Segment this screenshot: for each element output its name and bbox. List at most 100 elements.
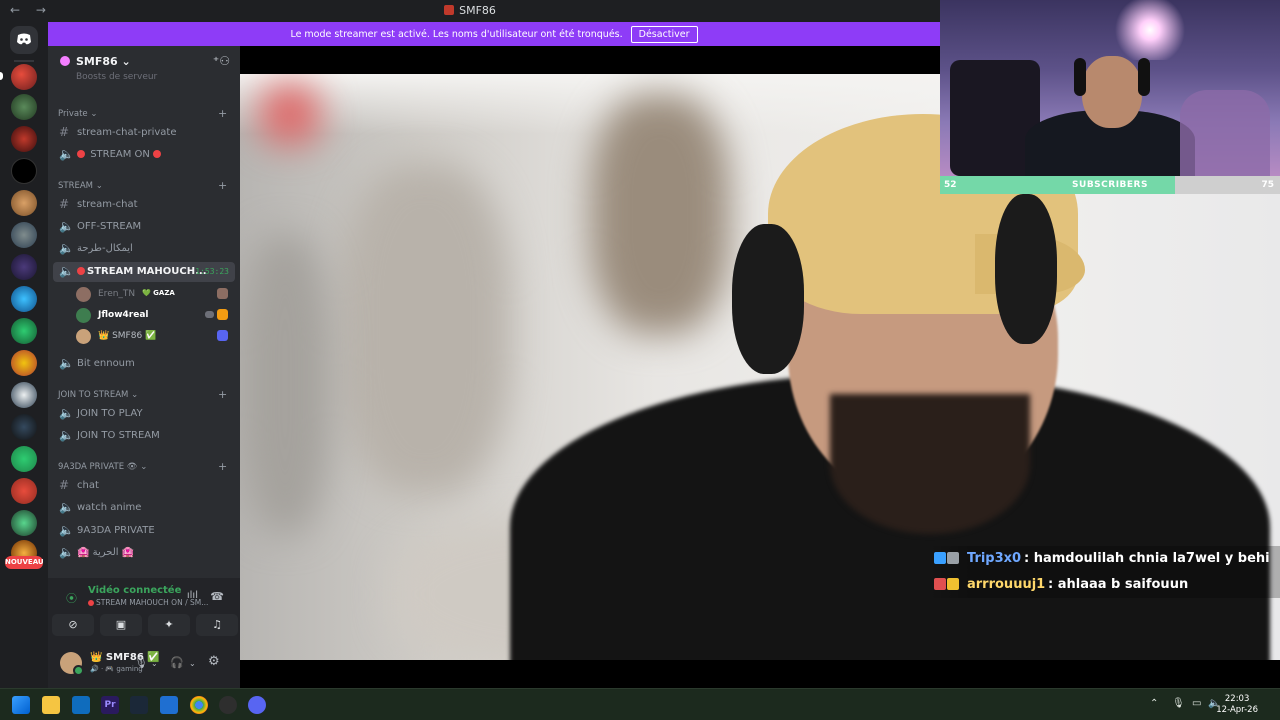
voice-status[interactable]: Vidéo connectée (88, 585, 181, 596)
selected-server-indicator (0, 72, 3, 80)
stream-timer: 1:53:23 (195, 267, 229, 276)
tray-network-icon[interactable]: ▭ (1192, 698, 1201, 709)
tray-mic-icon[interactable]: 🎙 (1172, 698, 1185, 709)
voice-user-name: Jflow4real (98, 310, 149, 320)
file-explorer-icon[interactable] (42, 696, 60, 714)
voice-user-name: Eren_TN (98, 289, 136, 299)
soundboard-icon: ♫ (212, 618, 222, 631)
channel-hurriya[interactable]: 🔈 🏩 الحرية 🏩 (53, 543, 235, 563)
server-icon-smf86[interactable] (11, 64, 37, 90)
create-channel-icon[interactable]: + (218, 107, 227, 120)
create-channel-icon[interactable]: + (218, 388, 227, 401)
server-icon[interactable] (11, 94, 37, 120)
text-channel-icon: # (59, 478, 70, 492)
chrome-icon[interactable] (190, 696, 208, 714)
server-icon[interactable] (11, 446, 37, 472)
server-icon[interactable] (11, 382, 37, 408)
voice-channel-icon: 🔈 (59, 523, 74, 537)
server-icon[interactable] (11, 190, 37, 216)
category-label: 9A3DA PRIVATE 👁 ⌄ (58, 462, 148, 472)
noise-suppression-icon[interactable]: ılıl (187, 590, 198, 601)
subscriber-goal-bar: 52 SUBSCRIBERS 75 (940, 176, 1280, 194)
premiere-icon[interactable]: Pr (101, 696, 119, 714)
channel-stream-mahouch[interactable]: 🔈 STREAM MAHOUCH... 1:53:23 (53, 262, 235, 282)
disconnect-icon[interactable]: ☎ (210, 590, 224, 603)
server-icon[interactable] (11, 510, 37, 536)
server-icon[interactable] (11, 286, 37, 312)
channel-watch-anime[interactable]: 🔈 watch anime (53, 498, 235, 518)
battlenet-icon[interactable] (160, 696, 178, 714)
webcam-overlay (940, 0, 1280, 176)
category-private[interactable]: Private ⌄ + (58, 107, 227, 120)
channel-arabic[interactable]: 🔈 ايمكال-طرحة (53, 239, 235, 259)
settings-gear-icon[interactable]: ⚙ (208, 654, 220, 669)
avatar (76, 329, 91, 344)
server-boost-item[interactable]: Boosts de serveur (76, 72, 157, 82)
channel-bit-ennoum[interactable]: 🔈 Bit ennoum (53, 354, 235, 374)
subscriber-goal: 75 (1261, 180, 1274, 190)
screen-share-button[interactable]: ▣ (100, 614, 142, 636)
connection-signal-icon[interactable]: ⦿ (66, 590, 77, 606)
channel-9a3da-private[interactable]: 🔈 9A3DA PRIVATE (53, 521, 235, 541)
server-icon[interactable] (11, 254, 37, 280)
disable-streamer-mode-button[interactable]: Désactiver (630, 25, 698, 43)
server-icon[interactable] (11, 318, 37, 344)
headphones-icon[interactable]: 🎧 (170, 656, 184, 669)
mic-icon[interactable]: 🎙 (134, 656, 148, 669)
channel-stream-chat[interactable]: # stream-chat (53, 195, 235, 215)
windows-start-icon[interactable] (12, 696, 30, 714)
create-channel-icon[interactable]: + (218, 179, 227, 192)
live-dot-icon (77, 150, 85, 158)
steam-icon[interactable] (130, 696, 148, 714)
live-dot-icon (153, 150, 162, 158)
tray-chevron-icon[interactable]: ⌃ (1150, 698, 1158, 709)
user-avatar[interactable] (60, 652, 84, 676)
channel-stream-chat-private[interactable]: # stream-chat-private (53, 123, 235, 143)
create-channel-icon[interactable]: + (218, 460, 227, 473)
channel-stream-on[interactable]: 🔈 STREAM ON (53, 145, 235, 165)
voice-user-jflow[interactable]: Jflow4real (76, 307, 236, 325)
server-rail: NOUVEAU (0, 22, 48, 688)
voice-channel-icon: 🔈 (59, 147, 74, 161)
channel-chat[interactable]: # chat (53, 476, 235, 496)
category-stream[interactable]: STREAM ⌄ + (58, 179, 227, 192)
mic-options-chevron-icon[interactable]: ⌄ (151, 659, 158, 668)
activities-button[interactable]: ✦ (148, 614, 190, 636)
channel-label: JOIN TO STREAM (77, 430, 160, 441)
voice-connection-panel: ⦿ Vidéo connectée STREAM MAHOUCH ON / SM… (48, 578, 240, 688)
camera-toggle-button[interactable]: ⊘ (52, 614, 94, 636)
subscriber-label: SUBSCRIBERS (1072, 180, 1148, 190)
server-icon[interactable] (11, 222, 37, 248)
channel-label: STREAM MAHOUCH... (87, 266, 207, 277)
invite-people-icon[interactable]: ⁺⚇ (213, 54, 230, 68)
discord-taskbar-icon[interactable] (248, 696, 266, 714)
voice-user-eren[interactable]: Eren_TN 💚 GAZA (76, 286, 236, 304)
avatar (76, 308, 91, 323)
user-name[interactable]: 👑 SMF86 ✅ (90, 652, 160, 663)
category-join-to-stream[interactable]: JOIN TO STREAM ⌄ + (58, 388, 227, 401)
discord-home-button[interactable] (10, 26, 38, 54)
taskbar-clock[interactable]: 22:03 12-Apr-26 (1216, 694, 1258, 716)
server-icon[interactable] (11, 126, 37, 152)
voice-channel-icon: 🔈 (59, 428, 74, 442)
category-9a3da-private[interactable]: 9A3DA PRIVATE 👁 ⌄ + (58, 460, 227, 473)
channel-label: 🏩 الحرية 🏩 (77, 547, 135, 558)
channel-label: chat (77, 480, 99, 491)
channel-off-stream[interactable]: 🔈 OFF-STREAM (53, 217, 235, 237)
video-blob (240, 234, 330, 534)
server-icon[interactable] (11, 158, 37, 184)
chat-username: Trip3x0 (967, 551, 1022, 566)
channel-join-to-play[interactable]: 🔈 JOIN TO PLAY (53, 404, 235, 424)
chat-badges (934, 578, 960, 593)
channel-join-to-stream[interactable]: 🔈 JOIN TO STREAM (53, 426, 235, 446)
server-icon[interactable] (11, 414, 37, 440)
new-badge[interactable]: NOUVEAU (5, 556, 44, 569)
server-icon[interactable] (11, 478, 37, 504)
outlook-icon[interactable] (72, 696, 90, 714)
person-beard (830, 394, 1030, 534)
obs-icon[interactable] (219, 696, 237, 714)
server-icon[interactable] (11, 350, 37, 376)
voice-user-smf86[interactable]: 👑 SMF86 ✅ (76, 328, 236, 346)
soundboard-button[interactable]: ♫ (196, 614, 238, 636)
audio-options-chevron-icon[interactable]: ⌄ (189, 659, 196, 668)
